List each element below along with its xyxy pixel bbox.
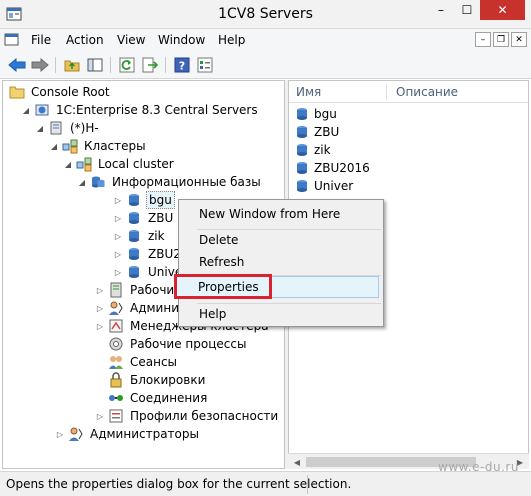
context-menu: New Window from Here Delete Refresh Help <box>178 199 384 327</box>
properties-icon[interactable] <box>196 56 214 74</box>
tree-node-locks[interactable]: Блокировки <box>108 371 207 389</box>
help-icon[interactable]: ? <box>173 56 191 74</box>
column-header-name[interactable]: Имя <box>296 85 321 99</box>
database-icon <box>126 228 142 244</box>
tree-node-central-admins[interactable]: ▷ Администраторы <box>55 425 201 443</box>
list-item[interactable]: ZBU <box>295 123 339 141</box>
list-header: Имя Описание <box>289 81 528 103</box>
mdi-restore-button[interactable]: ❐ <box>493 32 509 47</box>
mdi-minimize-button[interactable]: – <box>475 32 491 47</box>
back-arrow-icon[interactable] <box>8 56 26 74</box>
close-button[interactable]: ✕ <box>480 0 525 20</box>
database-icon <box>295 161 309 175</box>
servers-icon <box>34 102 50 118</box>
up-folder-icon[interactable] <box>63 56 81 74</box>
menu-file[interactable]: File <box>31 33 51 47</box>
status-bar: Opens the properties dialog box for the … <box>0 471 531 496</box>
scroll-left-icon[interactable]: ◀ <box>290 456 304 468</box>
status-text: Opens the properties dialog box for the … <box>6 477 352 491</box>
work-servers-icon <box>108 282 124 298</box>
tree-node-bgu[interactable]: ▷ bgu <box>113 191 175 209</box>
svg-text:?: ? <box>179 60 185 73</box>
tree-node-clusters[interactable]: ◢ Кластеры <box>49 137 148 155</box>
admins-icon <box>108 300 124 316</box>
tree-node-server[interactable]: ◢ (*)H- <box>35 119 101 137</box>
tree-node-zbu[interactable]: ▷ ZBU <box>113 209 175 227</box>
toolbar: ? <box>0 51 531 79</box>
tree-node-security-profiles[interactable]: ▷ Профили безопасности <box>95 407 280 425</box>
database-icon <box>126 210 142 226</box>
ctx-help[interactable]: Help <box>199 307 226 321</box>
list-item[interactable]: bgu <box>295 105 337 123</box>
list-item[interactable]: ZBU2016 <box>295 159 370 177</box>
mdi-controls: – ❐ ✕ <box>475 32 527 47</box>
locks-icon <box>108 372 124 388</box>
refresh-icon[interactable] <box>118 56 136 74</box>
ctx-refresh[interactable]: Refresh <box>199 255 244 269</box>
admins-icon <box>68 426 84 442</box>
show-hide-tree-icon[interactable] <box>86 56 104 74</box>
database-icon <box>126 246 142 262</box>
menu-action[interactable]: Action <box>66 33 104 47</box>
tree-node-central-servers[interactable]: ◢ 1C:Enterprise 8.3 Central Servers <box>21 101 260 119</box>
title-bar: 1CV8 Servers – ☐ ✕ <box>0 0 531 29</box>
maximize-button[interactable]: ☐ <box>454 0 480 20</box>
forward-arrow-icon[interactable] <box>31 56 49 74</box>
menu-view[interactable]: View <box>117 33 145 47</box>
tree-node-local-cluster[interactable]: ◢ Local cluster <box>63 155 176 173</box>
tree-node-console-root[interactable]: Console Root <box>9 83 112 101</box>
ctx-new-window-from-here[interactable]: New Window from Here <box>199 207 340 221</box>
properties-callout-box <box>174 274 272 299</box>
tree-node-connections[interactable]: Соединения <box>108 389 209 407</box>
database-icon <box>126 192 142 208</box>
managers-icon <box>108 318 124 334</box>
folder-icon <box>9 84 25 100</box>
security-profiles-icon <box>108 408 124 424</box>
database-icon <box>126 264 142 280</box>
tree-node-zik[interactable]: ▷ zik <box>113 227 167 245</box>
mdi-close-button[interactable]: ✕ <box>511 32 527 47</box>
menu-window[interactable]: Window <box>158 33 205 47</box>
list-item[interactable]: Univer <box>295 177 353 195</box>
processes-icon <box>108 336 124 352</box>
minimize-button[interactable]: – <box>428 0 454 20</box>
console-menu-icon[interactable] <box>4 33 20 50</box>
database-icon <box>295 179 309 193</box>
menu-bar: File Action View Window Help – ❐ ✕ <box>0 29 531 51</box>
column-header-description[interactable]: Описание <box>396 85 458 99</box>
tree-node-infobases[interactable]: ◢ Информационные базы <box>77 173 263 191</box>
database-icon <box>295 107 309 121</box>
list-item[interactable]: zik <box>295 141 331 159</box>
infobases-icon <box>90 174 106 190</box>
server-icon <box>48 120 64 136</box>
database-icon <box>295 125 309 139</box>
sessions-icon <box>108 354 124 370</box>
tree-node-work-processes[interactable]: Рабочие процессы <box>108 335 248 353</box>
database-icon <box>295 143 309 157</box>
menu-help[interactable]: Help <box>218 33 245 47</box>
connections-icon <box>108 390 124 406</box>
cluster-icon <box>76 156 92 172</box>
export-list-icon[interactable] <box>141 56 159 74</box>
ctx-delete[interactable]: Delete <box>199 233 238 247</box>
tree-node-sessions[interactable]: Сеансы <box>108 353 179 371</box>
clusters-icon <box>62 138 78 154</box>
